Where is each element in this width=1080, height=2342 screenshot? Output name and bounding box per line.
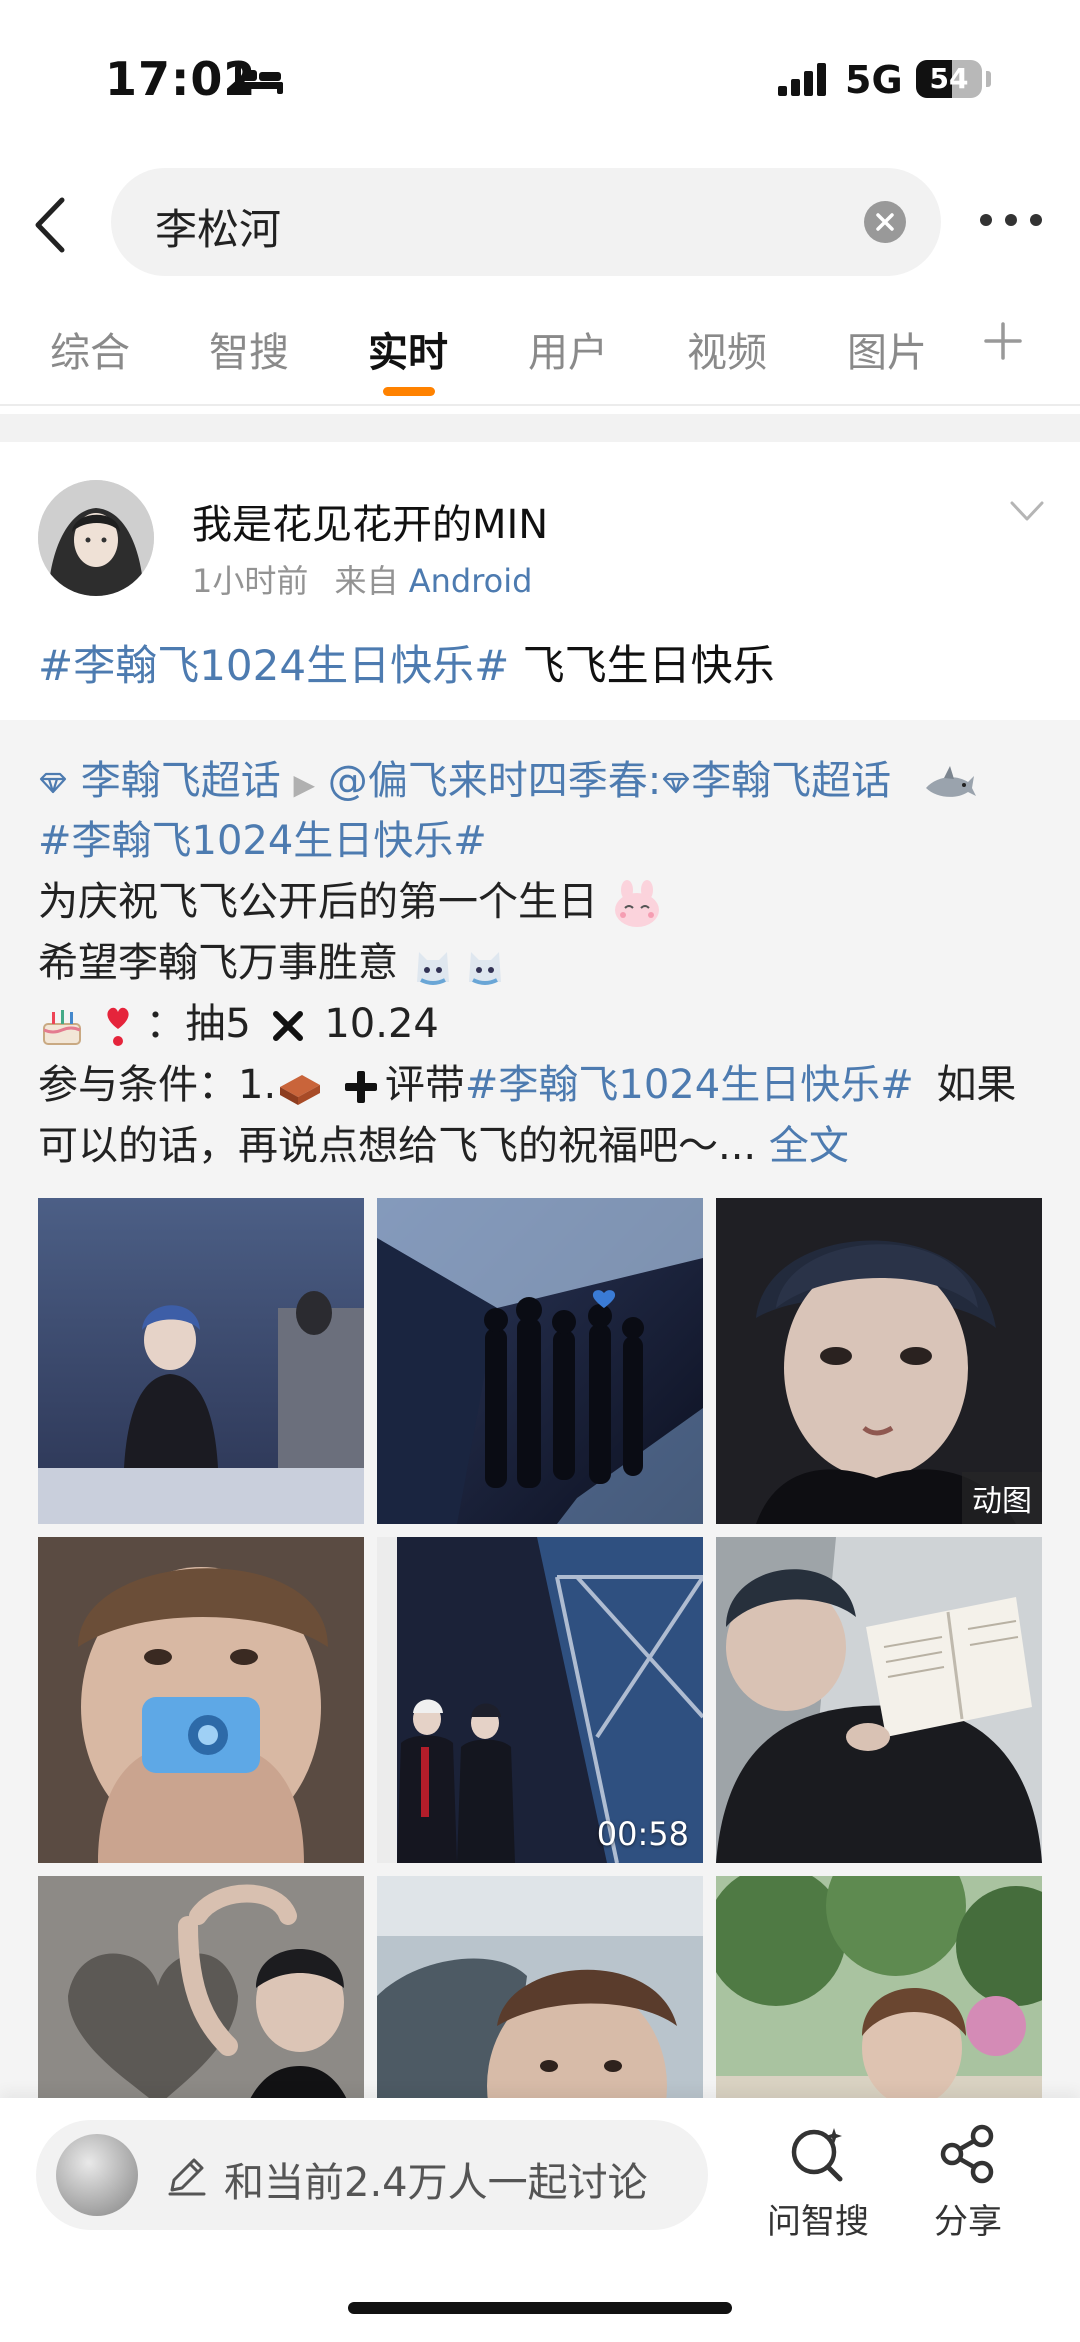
status-bar: 17:02 5G 54 [0, 0, 1080, 150]
heart-exclamation-icon [107, 1007, 129, 1046]
tab-video[interactable]: 视频 [687, 320, 767, 378]
back-button[interactable] [24, 190, 74, 260]
repost-line-7: 可以的话，再说点想给飞飞的祝福吧～... 全文 [38, 1113, 849, 1171]
photo-image [377, 1198, 703, 1524]
post-time: 1小时前 [192, 562, 309, 600]
battery-percent: 54 [929, 62, 969, 95]
post-from-label: 来自 [334, 562, 399, 600]
share-button[interactable]: 分享 [898, 2122, 1038, 2243]
smart-search-icon [791, 2128, 843, 2182]
search-tabs: 综合 智搜 实时 用户 视频 图片 [0, 310, 1080, 400]
divider [0, 404, 1080, 406]
repost-text: 10.24 [324, 1001, 439, 1047]
repost-line-5: ：抽5 10.24 [38, 991, 439, 1049]
video-duration: 00:58 [596, 1815, 689, 1853]
battery-tip [986, 71, 991, 87]
tab-users[interactable]: 用户 [528, 320, 608, 378]
section-gap [0, 414, 1080, 442]
cellular-signal-icon [778, 63, 826, 96]
repost-line-4: 希望李翰飞万事胜意 [38, 930, 507, 988]
repost-text: 为庆祝飞飞公开后的第一个生日 [38, 879, 598, 925]
media-thumbnail[interactable] [38, 1537, 364, 1863]
tab-images[interactable]: 图片 [847, 320, 927, 378]
discussion-placeholder: 和当前2.4万人一起讨论 [224, 2160, 648, 2206]
media-thumbnail[interactable] [716, 1537, 1042, 1863]
repost-text: 可以的话，再说点想给飞飞的祝福吧～... [38, 1123, 757, 1169]
gif-badge: 动图 [962, 1472, 1042, 1524]
cat-emoji-icon [416, 952, 501, 985]
repost-line-1: 李翰飞超话 ▶ @偏飞来时四季春: 李翰飞超话 [38, 748, 976, 806]
discussion-input[interactable]: 和当前2.4万人一起讨论 [36, 2120, 708, 2230]
smart-search-button[interactable]: 问智搜 [748, 2122, 888, 2243]
plus-emoji-icon [344, 1071, 377, 1103]
more-options-button[interactable] [980, 205, 1042, 235]
repost-text: 希望李翰飞万事胜意 [38, 940, 398, 986]
post-text: 飞飞生日快乐 [522, 641, 775, 690]
search-query: 李松河 [155, 205, 282, 254]
smart-search-label: 问智搜 [767, 2202, 869, 2242]
photo-image [716, 1537, 1042, 1863]
brick-emoji-icon [280, 1075, 321, 1105]
diamond-supertopic-icon [663, 772, 690, 794]
media-thumbnail[interactable] [38, 1198, 364, 1524]
current-user-avatar [56, 2134, 138, 2216]
dot-icon [980, 214, 992, 226]
repost-line-2: #李翰飞1024生日快乐# [38, 808, 487, 866]
sleep-focus-icon [235, 66, 283, 94]
pencil-icon [168, 2158, 206, 2196]
photo-image [38, 1537, 364, 1863]
chevron-down-icon[interactable] [1008, 498, 1046, 524]
clear-search-button[interactable] [864, 201, 906, 243]
cake-emoji-icon [43, 1010, 81, 1045]
active-tab-indicator [383, 387, 435, 396]
tab-smart-search[interactable]: 智搜 [209, 320, 289, 378]
repost-text: ：抽5 [145, 1001, 251, 1047]
repost-text: 如果 [936, 1062, 1017, 1108]
chevron-left-icon [35, 197, 65, 253]
bunny-emoji-icon [614, 880, 659, 927]
media-thumbnail[interactable] [377, 1198, 703, 1524]
search-input[interactable]: 李松河 [111, 168, 941, 276]
share-label: 分享 [934, 2202, 1002, 2242]
media-thumbnail[interactable]: 动图 [716, 1198, 1042, 1524]
add-tab-icon[interactable] [980, 318, 1026, 364]
post-meta: 1小时前 来自 Android [192, 556, 532, 602]
dot-icon [1005, 214, 1017, 226]
post-body: #李翰飞1024生日快乐# 飞飞生日快乐 [38, 632, 775, 693]
supertopic-link[interactable]: 李翰飞超话 [81, 758, 281, 804]
post-source[interactable]: Android [409, 562, 533, 600]
repost-text: 参与条件：1. [38, 1062, 277, 1108]
share-icon [940, 2124, 994, 2184]
repost-hashtag[interactable]: #李翰飞1024生日快乐# [38, 818, 487, 864]
tab-realtime[interactable]: 实时 [368, 320, 448, 378]
shark-emoji-icon [925, 766, 976, 797]
full-text-link[interactable]: 全文 [769, 1123, 849, 1169]
user-avatar[interactable] [38, 480, 154, 596]
diamond-supertopic-icon [39, 772, 67, 794]
repost-line-3: 为庆祝飞飞公开后的第一个生日 [38, 869, 663, 928]
post-hashtag[interactable]: #李翰飞1024生日快乐# [38, 641, 509, 690]
post-username[interactable]: 我是花见花开的MIN [192, 492, 548, 550]
mention-link[interactable]: @偏飞来时四季春: [328, 758, 661, 804]
repost-text: 评带 [384, 1062, 465, 1108]
battery-icon: 54 [916, 60, 982, 98]
network-type: 5G [845, 58, 903, 102]
media-thumbnail[interactable]: 00:58 [377, 1537, 703, 1863]
photo-image [38, 1198, 364, 1524]
home-indicator[interactable] [348, 2302, 732, 2314]
close-icon [876, 213, 894, 231]
repost-line-6: 参与条件：1. 评带#李翰飞1024生日快乐# 如果 [38, 1052, 1016, 1110]
tab-comprehensive[interactable]: 综合 [50, 320, 130, 378]
cross-mark-icon [272, 1011, 303, 1041]
arrow-right-icon: ▶ [293, 768, 315, 801]
repost-hashtag-2[interactable]: #李翰飞1024生日快乐# [465, 1062, 914, 1108]
supertopic-link[interactable]: 李翰飞超话 [691, 758, 891, 804]
dot-icon [1030, 214, 1042, 226]
avatar-image [38, 480, 154, 596]
